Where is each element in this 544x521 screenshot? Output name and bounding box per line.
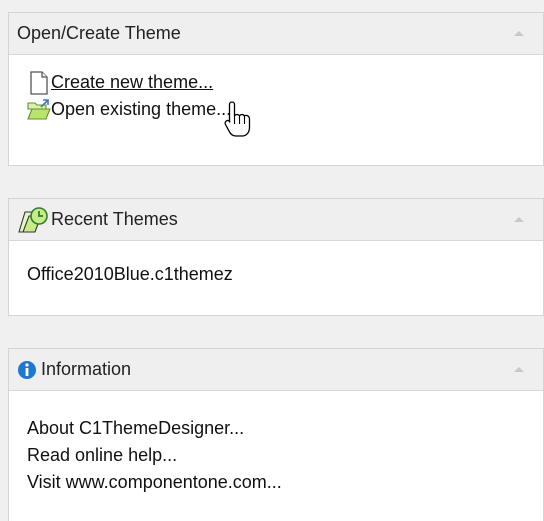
visit-website-label: Visit www.componentone.com... <box>27 472 282 492</box>
new-document-icon <box>27 70 51 96</box>
about-link[interactable]: About C1ThemeDesigner... <box>27 415 543 442</box>
create-new-theme-link[interactable]: Create new theme... <box>27 69 543 96</box>
recent-themes-header[interactable]: Recent Themes <box>9 199 543 241</box>
create-new-theme-label: Create new theme... <box>51 72 214 92</box>
collapse-up-arrow-icon[interactable] <box>513 214 525 224</box>
information-body: About C1ThemeDesigner... Read online hel… <box>9 391 543 496</box>
theme-designer-start-pane: Open/Create Theme Create new theme... Op… <box>0 0 544 521</box>
info-icon <box>17 358 41 382</box>
recent-themes-clock-icon <box>17 205 51 235</box>
recent-themes-title: Recent Themes <box>51 209 178 229</box>
recent-theme-item[interactable]: Office2010Blue.c1themez <box>27 261 543 288</box>
about-label: About C1ThemeDesigner... <box>27 418 245 438</box>
information-panel: Information About C1ThemeDesigner... Rea… <box>8 348 544 521</box>
open-existing-theme-label: Open existing theme... <box>51 99 232 119</box>
visit-website-link[interactable]: Visit www.componentone.com... <box>27 469 543 496</box>
open-create-theme-title: Open/Create Theme <box>17 23 181 43</box>
online-help-label: Read online help... <box>27 445 178 465</box>
recent-theme-label: Office2010Blue.c1themez <box>27 264 233 284</box>
information-header[interactable]: Information <box>9 349 543 391</box>
open-create-theme-body: Create new theme... Open existing theme.… <box>9 55 543 123</box>
open-create-theme-panel: Open/Create Theme Create new theme... Op… <box>8 12 544 166</box>
online-help-link[interactable]: Read online help... <box>27 442 543 469</box>
open-create-theme-header[interactable]: Open/Create Theme <box>9 13 543 55</box>
recent-themes-panel: Recent Themes Office2010Blue.c1themez <box>8 198 544 316</box>
collapse-up-arrow-icon[interactable] <box>513 364 525 374</box>
collapse-up-arrow-icon[interactable] <box>513 28 525 38</box>
open-folder-icon <box>27 97 51 123</box>
recent-themes-body: Office2010Blue.c1themez <box>9 241 543 288</box>
information-title: Information <box>41 359 132 379</box>
open-existing-theme-link[interactable]: Open existing theme... <box>27 96 543 123</box>
